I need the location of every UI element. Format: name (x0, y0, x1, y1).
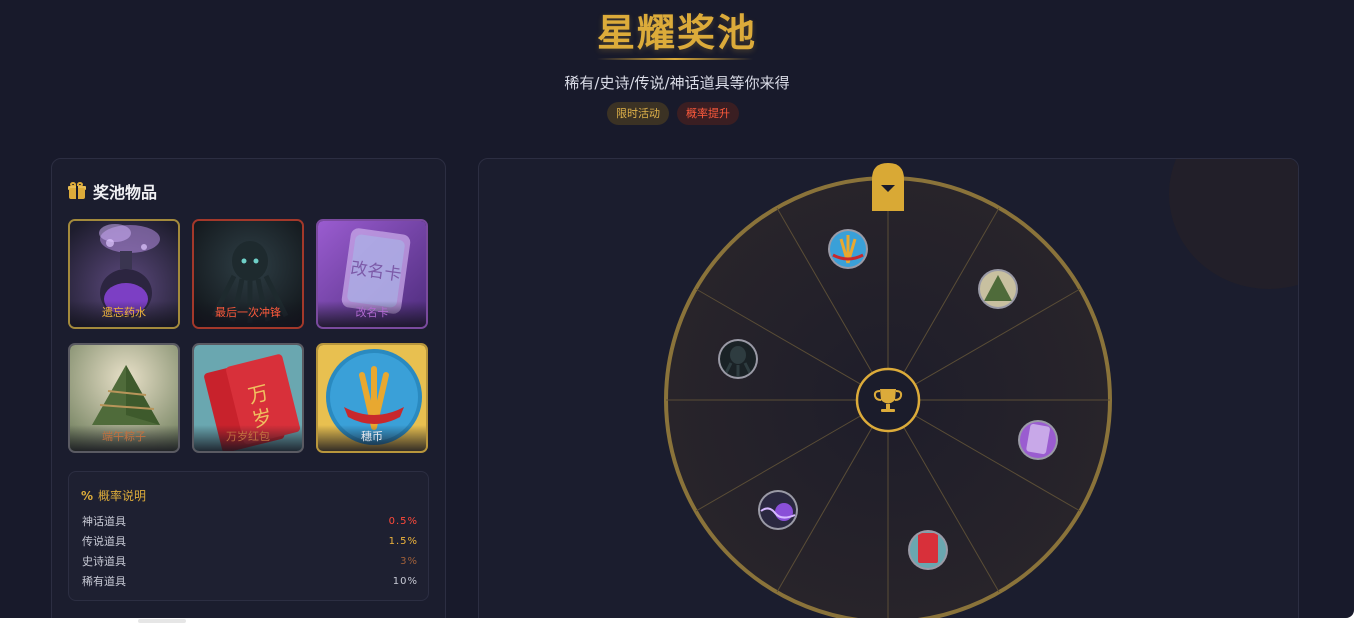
probability-name: 传说道具 (82, 535, 126, 548)
probability-value: 3% (400, 556, 418, 567)
item-card-red-envelope[interactable]: 万 岁 万岁红包 (192, 343, 304, 453)
probability-title: 概率说明 (98, 489, 147, 503)
item-card-wheat-coin[interactable]: 穗币 (316, 343, 428, 453)
item-label: 端午粽子 (70, 425, 178, 451)
probability-row-legendary: 传说道具 1.5% (82, 532, 418, 552)
pool-items-panel: 奖池物品 遗忘药水 最后一次冲锋 改名卡 改名卡 端午粽子 万 岁 万岁红包 穗… (51, 158, 446, 618)
pool-items-header: 奖池物品 (68, 179, 157, 203)
app-window: 星耀奖池 稀有/史诗/传说/神话道具等你来得 限时活动 概率提升 奖池物品 遗忘… (0, 0, 1354, 618)
item-label: 万岁红包 (194, 425, 302, 451)
probability-value: 0.5% (388, 516, 418, 527)
item-card-last-charge[interactable]: 最后一次冲锋 (192, 219, 304, 329)
probability-row-rare: 稀有道具 10% (82, 572, 418, 592)
probability-name: 神话道具 (82, 515, 126, 528)
pool-items-title: 奖池物品 (93, 183, 158, 202)
probability-name: 稀有道具 (82, 575, 126, 588)
probability-name: 史诗道具 (82, 555, 126, 568)
probability-list: 神话道具 0.5% 传说道具 1.5% 史诗道具 3% 稀有道具 10% (82, 512, 418, 592)
wheel-token-rename-card (1018, 420, 1058, 460)
item-label: 最后一次冲锋 (194, 301, 302, 327)
prize-wheel[interactable] (479, 159, 1299, 618)
page-subtitle: 稀有/史诗/传说/神话道具等你来得 (564, 74, 790, 92)
wheel-token-potion (758, 490, 798, 530)
rate-up-tag[interactable]: 概率提升 (677, 102, 739, 125)
item-card-zongzi[interactable]: 端午粽子 (68, 343, 180, 453)
probability-value: 10% (392, 576, 418, 587)
item-card-rename[interactable]: 改名卡 改名卡 (316, 219, 428, 329)
horizontal-scrollbar[interactable] (138, 619, 186, 623)
spin-button[interactable] (855, 367, 921, 433)
percent-icon: % (81, 488, 94, 503)
item-card-potion[interactable]: 遗忘药水 (68, 219, 180, 329)
wheel-panel (478, 158, 1299, 618)
wheel-token-wheat-coin (828, 229, 868, 269)
bottom-edge (0, 618, 1358, 623)
limited-event-tag[interactable]: 限时活动 (607, 102, 669, 125)
wheel-token-red-envelope (908, 530, 948, 570)
page-title: 星耀奖池 (596, 11, 757, 55)
gift-icon (68, 182, 86, 200)
item-label: 遗忘药水 (70, 301, 178, 327)
probability-row-epic: 史诗道具 3% (82, 552, 418, 572)
probability-box: % 概率说明 神话道具 0.5% 传说道具 1.5% 史诗道具 3% 稀有道具 (68, 471, 429, 601)
probability-value: 1.5% (388, 536, 418, 547)
wheel-pointer (872, 163, 904, 211)
item-label: 改名卡 (318, 301, 426, 327)
probability-row-mythic: 神话道具 0.5% (82, 512, 418, 532)
wheel-token-zongzi (978, 269, 1018, 309)
tag-list: 限时活动 概率提升 (607, 102, 739, 125)
wheel-token-octopus (718, 339, 758, 379)
title-divider (597, 58, 753, 60)
item-label: 穗币 (318, 425, 426, 451)
probability-header: % 概率说明 (81, 487, 146, 504)
